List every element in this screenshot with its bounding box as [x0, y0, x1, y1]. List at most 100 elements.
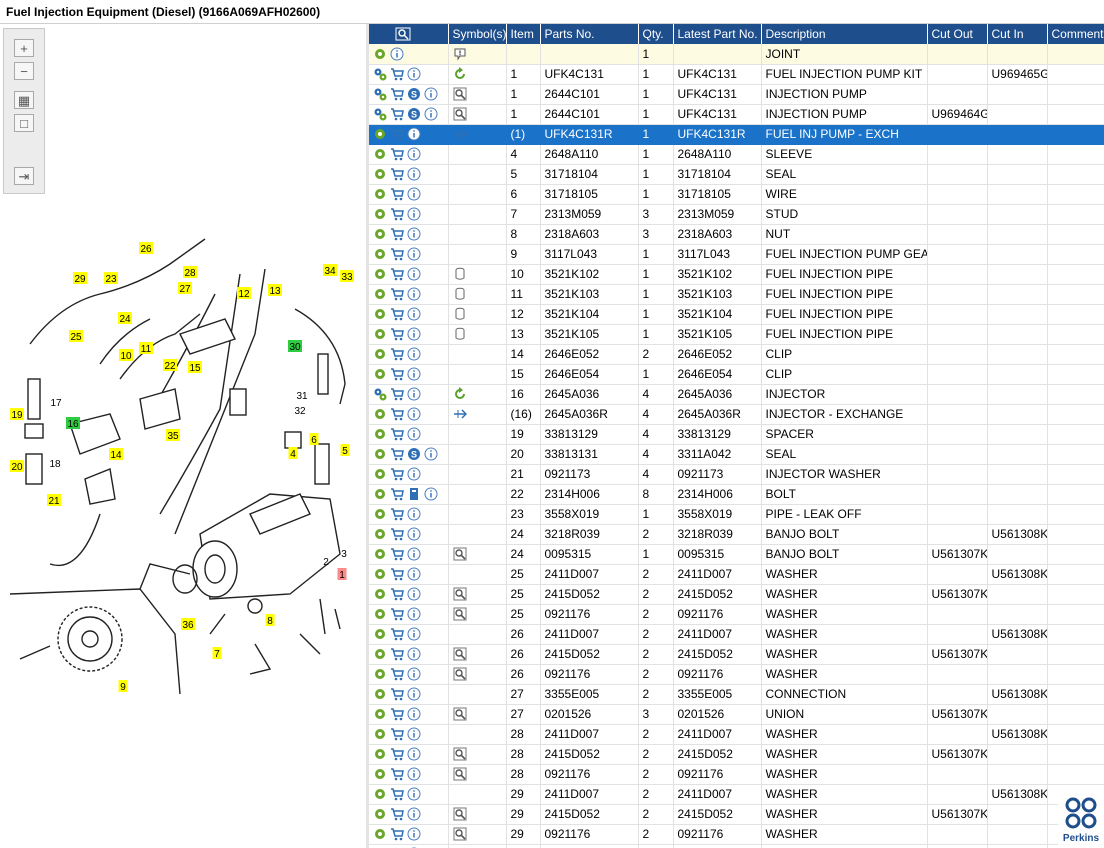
cart-icon[interactable] — [390, 767, 404, 781]
gear-icon[interactable] — [373, 287, 387, 301]
note-icon[interactable] — [453, 47, 467, 61]
table-row[interactable]: 27 0201526 3 0201526 UNION U561307K — [369, 704, 1104, 725]
gear-icon[interactable] — [373, 767, 387, 781]
callout-26[interactable]: 26 — [139, 242, 153, 255]
supersession-icon[interactable]: S — [407, 107, 421, 121]
cart-icon[interactable] — [390, 307, 404, 321]
cart-icon[interactable] — [390, 707, 404, 721]
gear-icon[interactable] — [373, 727, 387, 741]
callout-16[interactable]: 16 — [66, 417, 80, 430]
column-header-cut-in[interactable]: Cut In — [987, 24, 1048, 44]
table-row[interactable]: 10 3521K102 1 3521K102 FUEL INJECTION PIPE — [369, 264, 1104, 285]
gear-icon[interactable] — [373, 127, 387, 141]
cart-icon[interactable] — [390, 427, 404, 441]
cart-icon[interactable] — [390, 387, 404, 401]
info-icon[interactable] — [407, 427, 421, 441]
info-icon[interactable] — [407, 267, 421, 281]
info-icon[interactable] — [407, 287, 421, 301]
view-diagram-icon[interactable] — [453, 767, 467, 781]
table-row[interactable]: 25 2415D052 2 2415D052 WASHER U561307K — [369, 584, 1104, 605]
assembly-gears-icon[interactable] — [373, 87, 387, 101]
view-diagram-icon[interactable] — [453, 747, 467, 761]
box-zoom-button[interactable]: □ — [14, 114, 34, 132]
info-icon[interactable] — [424, 87, 438, 101]
gear-icon[interactable] — [373, 427, 387, 441]
info-icon[interactable] — [407, 247, 421, 261]
cart-icon[interactable] — [390, 107, 404, 121]
callout-9[interactable]: 9 — [118, 680, 128, 693]
info-icon[interactable] — [407, 187, 421, 201]
info-icon[interactable] — [407, 527, 421, 541]
table-row[interactable]: S 1 2644C101 1 UFK4C131 INJECTION PUMP U969464… — [369, 104, 1104, 125]
callout-14[interactable]: 14 — [109, 448, 123, 461]
cart-icon[interactable] — [390, 727, 404, 741]
info-icon[interactable] — [407, 667, 421, 681]
gear-icon[interactable] — [373, 187, 387, 201]
gear-icon[interactable] — [373, 707, 387, 721]
info-icon[interactable] — [424, 107, 438, 121]
table-row[interactable]: 23 3558X019 1 3558X019 PIPE - LEAK OFF — [369, 504, 1104, 525]
table-row[interactable]: 1 UFK4C131 1 UFK4C131 FUEL INJECTION PUMP KI… — [369, 64, 1104, 85]
info-icon[interactable] — [407, 647, 421, 661]
callout-21[interactable]: 21 — [47, 494, 61, 507]
callout-6[interactable]: 6 — [309, 433, 319, 446]
table-row[interactable]: 25 2411D007 2 2411D007 WASHER U561308K — [369, 564, 1104, 585]
book-icon[interactable] — [407, 487, 421, 501]
info-icon[interactable] — [407, 687, 421, 701]
table-row[interactable]: 29 0921176 2 0921176 WASHER — [369, 824, 1104, 845]
info-icon[interactable] — [407, 207, 421, 221]
info-icon[interactable] — [407, 307, 421, 321]
callout-33[interactable]: 33 — [340, 270, 354, 283]
info-icon[interactable] — [407, 727, 421, 741]
cart-icon[interactable] — [390, 227, 404, 241]
cart-icon[interactable] — [390, 167, 404, 181]
gear-icon[interactable] — [373, 567, 387, 581]
callout-7[interactable]: 7 — [212, 647, 222, 660]
view-diagram-icon[interactable] — [453, 87, 467, 101]
info-icon[interactable] — [407, 547, 421, 561]
table-row[interactable]: 9 3117L043 1 3117L043 FUEL INJECTION PUMP GE… — [369, 244, 1104, 265]
table-row[interactable]: 7 2313M059 3 2313M059 STUD — [369, 204, 1104, 225]
cart-icon[interactable] — [390, 667, 404, 681]
info-icon[interactable] — [424, 487, 438, 501]
cart-icon[interactable] — [390, 347, 404, 361]
table-row[interactable]: 5 31718104 1 31718104 SEAL — [369, 164, 1104, 185]
table-row[interactable]: (16) 2645A036R 4 2645A036R INJECTOR - EXCHAN… — [369, 404, 1104, 425]
assembly-gears-icon[interactable] — [373, 67, 387, 81]
cart-icon[interactable] — [390, 467, 404, 481]
gear-icon[interactable] — [373, 487, 387, 501]
table-row[interactable]: 27 3355E005 2 3355E005 CONNECTION U561308K — [369, 684, 1104, 705]
gear-icon[interactable] — [373, 627, 387, 641]
table-row[interactable]: 26 2415D052 2 2415D052 WASHER U561307K — [369, 644, 1104, 665]
cart-icon[interactable] — [390, 187, 404, 201]
gear-icon[interactable] — [373, 747, 387, 761]
gear-icon[interactable] — [373, 47, 387, 61]
gear-icon[interactable] — [373, 607, 387, 621]
cart-icon[interactable] — [390, 547, 404, 561]
callout-15[interactable]: 15 — [188, 361, 202, 374]
cart-icon[interactable] — [390, 67, 404, 81]
cart-icon[interactable] — [390, 527, 404, 541]
supersession-icon[interactable]: S — [407, 447, 421, 461]
cart-icon[interactable] — [390, 247, 404, 261]
cart-icon[interactable] — [390, 407, 404, 421]
fit-view-button[interactable]: ▦ — [14, 91, 34, 109]
info-icon[interactable] — [390, 47, 404, 61]
gear-icon[interactable] — [373, 407, 387, 421]
info-icon[interactable] — [407, 227, 421, 241]
table-row[interactable]: 28 0921176 2 0921176 WASHER — [369, 764, 1104, 785]
info-icon[interactable] — [407, 787, 421, 801]
column-header-item[interactable]: Item — [506, 24, 541, 44]
assembly-gears-icon[interactable] — [373, 107, 387, 121]
info-icon[interactable] — [407, 507, 421, 521]
cart-icon[interactable] — [390, 267, 404, 281]
info-icon[interactable] — [407, 327, 421, 341]
callout-25[interactable]: 25 — [69, 330, 83, 343]
exchange-icon[interactable] — [453, 407, 467, 421]
cart-icon[interactable] — [390, 127, 404, 141]
cart-icon[interactable] — [390, 147, 404, 161]
gear-icon[interactable] — [373, 467, 387, 481]
gear-icon[interactable] — [373, 327, 387, 341]
callout-36[interactable]: 36 — [181, 618, 195, 631]
cart-icon[interactable] — [390, 827, 404, 841]
